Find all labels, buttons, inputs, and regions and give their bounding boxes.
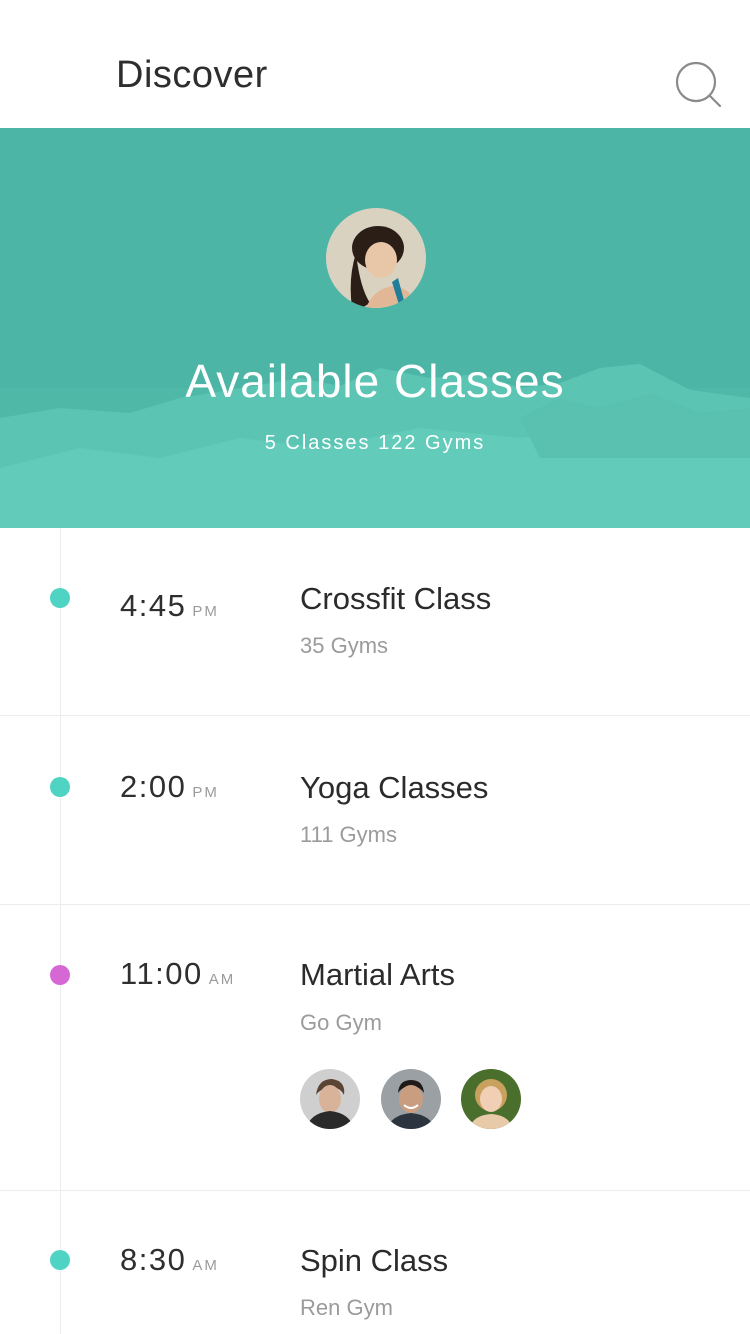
time-period: AM xyxy=(208,971,236,988)
attendee-list xyxy=(300,1069,540,1129)
hero-title: Available Classes xyxy=(185,355,565,407)
class-time: 4:45 PM xyxy=(120,587,219,631)
search-icon xyxy=(675,61,722,108)
user-avatar-image xyxy=(326,208,426,308)
user-avatar[interactable] xyxy=(326,208,426,308)
time-period: PM xyxy=(192,603,219,620)
attendee-avatar-1-image xyxy=(300,1069,360,1129)
class-name: Spin Class xyxy=(300,1243,449,1278)
class-subtitle: 35 Gyms xyxy=(300,633,389,658)
class-subtitle: 111 Gyms xyxy=(300,822,397,847)
time-period: PM xyxy=(192,784,219,801)
time-value: 2:00 xyxy=(120,769,187,804)
class-name: Martial Arts xyxy=(300,957,456,992)
time-period: AM xyxy=(192,1257,219,1274)
class-time: 8:30 AM xyxy=(120,1241,219,1285)
time-value: 11:00 xyxy=(120,956,203,991)
class-item-yoga[interactable]: 2:00 PM Yoga Classes 111 Gyms xyxy=(0,716,750,905)
class-subtitle: Ren Gym xyxy=(300,1295,393,1320)
class-time: 11:00 AM xyxy=(120,955,235,999)
time-value: 8:30 xyxy=(120,1242,187,1277)
attendee-avatar-1[interactable] xyxy=(300,1069,360,1129)
class-name: Yoga Classes xyxy=(300,770,489,805)
hero-subtitle: 5 Classes 122 Gyms xyxy=(264,432,486,454)
class-item-crossfit[interactable]: 4:45 PM Crossfit Class 35 Gyms xyxy=(0,528,750,716)
class-item-spin[interactable]: 8:30 AM Spin Class Ren Gym xyxy=(0,1191,750,1334)
search-button[interactable] xyxy=(672,58,726,112)
class-item-martial-arts[interactable]: 11:00 AM Martial Arts Go Gym xyxy=(0,905,750,1191)
app-header: Discover xyxy=(0,0,750,128)
attendee-avatar-3-image xyxy=(461,1069,521,1129)
timeline-dot xyxy=(50,965,70,985)
page-title: Discover xyxy=(116,54,268,96)
attendee-avatar-2[interactable] xyxy=(381,1069,441,1129)
hero-banner: Available Classes 5 Classes 122 Gyms xyxy=(0,128,750,528)
class-time: 2:00 PM xyxy=(120,768,219,812)
hero-background-image xyxy=(0,128,750,528)
timeline-dot xyxy=(50,777,70,797)
class-name: Crossfit Class xyxy=(300,581,492,616)
class-subtitle: Go Gym xyxy=(300,1010,382,1035)
timeline-dot xyxy=(50,588,70,608)
timeline-dot xyxy=(50,1250,70,1270)
attendee-avatar-3[interactable] xyxy=(461,1069,521,1129)
time-value: 4:45 xyxy=(120,588,187,623)
attendee-avatar-2-image xyxy=(381,1069,441,1129)
